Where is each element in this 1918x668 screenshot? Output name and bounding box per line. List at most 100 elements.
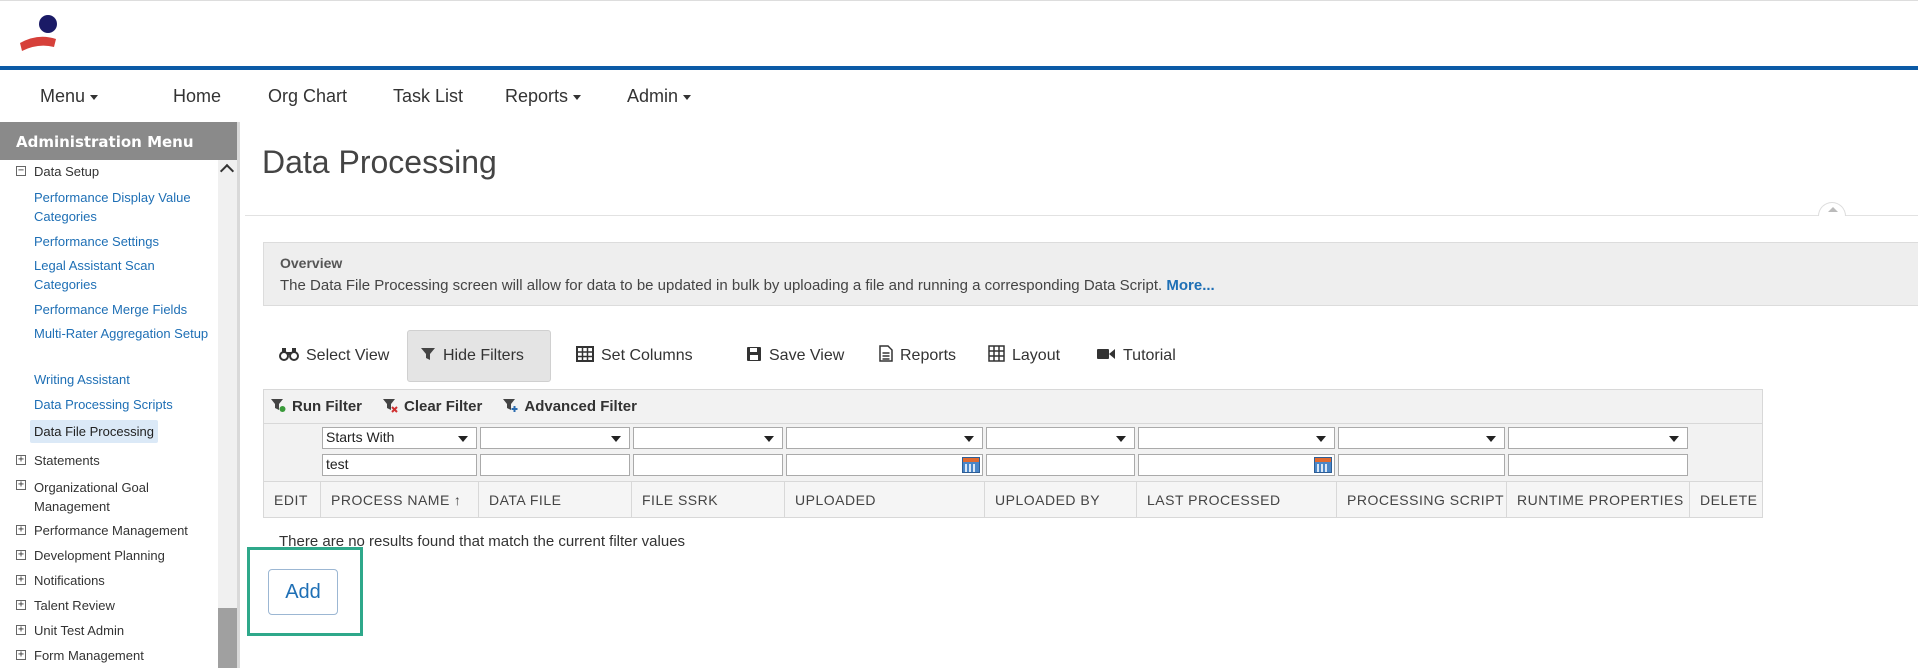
process-name-filter-input[interactable]: test xyxy=(322,454,477,476)
sidebar-item-performance-merge-fields[interactable]: Performance Merge Fields xyxy=(34,300,214,319)
calendar-icon[interactable] xyxy=(962,457,980,473)
advanced-filter-button[interactable]: Advanced Filter xyxy=(502,398,637,416)
save-view-button[interactable]: Save View xyxy=(734,330,856,382)
sidebar-item-data-file-processing[interactable]: Data File Processing xyxy=(30,420,158,443)
document-icon xyxy=(879,345,893,367)
column-header-data-file[interactable]: DATA FILE xyxy=(479,482,632,517)
collapse-icon[interactable]: − xyxy=(16,166,26,176)
chevron-down-icon xyxy=(573,94,582,100)
data-file-filter-input[interactable] xyxy=(480,454,630,476)
advanced-filter-icon xyxy=(502,398,518,416)
sidebar-title: Administration Menu xyxy=(0,122,237,160)
expand-icon[interactable]: + xyxy=(16,550,26,560)
runtime-properties-filter-input[interactable] xyxy=(1508,454,1688,476)
advanced-filter-label: Advanced Filter xyxy=(524,398,637,415)
tree-section-talent-review[interactable]: Talent Review xyxy=(34,598,115,613)
sidebar-item-legal-assistant-scan-categories[interactable]: Legal Assistant Scan Categories xyxy=(34,256,214,294)
tree-section-performance-management[interactable]: Performance Management xyxy=(34,523,188,538)
set-columns-button[interactable]: Set Columns xyxy=(564,330,705,382)
expand-icon[interactable]: + xyxy=(16,625,26,635)
nav-task-list[interactable]: Task List xyxy=(393,86,463,107)
expand-icon[interactable]: + xyxy=(16,575,26,585)
hide-filters-button[interactable]: Hide Filters xyxy=(407,330,551,382)
expand-icon[interactable]: + xyxy=(16,650,26,660)
runtime-properties-operator-select[interactable] xyxy=(1508,427,1688,449)
collapse-header-icon[interactable] xyxy=(1818,202,1846,216)
column-header-uploaded[interactable]: UPLOADED xyxy=(785,482,985,517)
expand-icon[interactable]: + xyxy=(16,525,26,535)
tree-section-development-planning[interactable]: Development Planning xyxy=(34,548,165,563)
tutorial-button[interactable]: Tutorial xyxy=(1084,330,1188,382)
uploaded-operator-select[interactable] xyxy=(786,427,983,449)
select-view-button[interactable]: Select View xyxy=(267,330,401,382)
tree-root-data-setup[interactable]: Data Setup xyxy=(34,164,99,179)
video-camera-icon xyxy=(1096,347,1116,366)
more-link[interactable]: More... xyxy=(1166,277,1214,294)
overview-text: The Data File Processing screen will all… xyxy=(280,277,1902,294)
scroll-up-icon[interactable] xyxy=(219,163,235,179)
add-button[interactable]: Add xyxy=(268,569,338,615)
reports-label: Reports xyxy=(900,347,957,364)
sidebar-item-multi-rater-aggregation-setup[interactable]: Multi-Rater Aggregation Setup xyxy=(34,324,214,343)
sidebar-tree: − Data Setup Performance Display Value C… xyxy=(0,160,218,668)
column-header-processing-script[interactable]: PROCESSING SCRIPT xyxy=(1337,482,1507,517)
filter-inputs: Starts With test xyxy=(263,424,1763,482)
clear-filter-button[interactable]: Clear Filter xyxy=(382,398,482,416)
uploaded-filter-input[interactable] xyxy=(786,454,983,476)
last-processed-operator-select[interactable] xyxy=(1138,427,1335,449)
column-header-runtime-properties[interactable]: RUNTIME PROPERTIES xyxy=(1507,482,1690,517)
clear-filter-label: Clear Filter xyxy=(404,398,483,415)
scrollbar-thumb[interactable] xyxy=(218,608,237,668)
nav-admin[interactable]: Admin xyxy=(627,86,692,107)
calendar-icon[interactable] xyxy=(1314,457,1332,473)
processing-script-filter-input[interactable] xyxy=(1338,454,1505,476)
sidebar-item-data-processing-scripts[interactable]: Data Processing Scripts xyxy=(34,395,214,414)
sidebar-item-writing-assistant[interactable]: Writing Assistant xyxy=(34,370,214,389)
tree-section-notifications[interactable]: Notifications xyxy=(34,573,105,588)
title-divider xyxy=(245,215,1918,216)
sidebar-item-performance-display-value-categories[interactable]: Performance Display Value Categories xyxy=(34,188,214,226)
file-ssrk-operator-select[interactable] xyxy=(633,427,783,449)
sidebar-scrollbar[interactable] xyxy=(218,160,237,668)
nav-menu[interactable]: Menu xyxy=(40,86,99,107)
column-header-edit[interactable]: EDIT xyxy=(264,482,321,517)
run-filter-icon xyxy=(270,398,286,416)
uploaded-by-filter-input[interactable] xyxy=(986,454,1135,476)
expand-icon[interactable]: + xyxy=(16,600,26,610)
file-ssrk-filter-input[interactable] xyxy=(633,454,783,476)
company-logo-icon[interactable] xyxy=(18,13,72,57)
layout-button[interactable]: Layout xyxy=(976,330,1072,382)
run-filter-button[interactable]: Run Filter xyxy=(270,398,362,416)
tree-section-form-management[interactable]: Form Management xyxy=(34,648,144,663)
reports-button[interactable]: Reports xyxy=(867,330,968,382)
uploaded-by-operator-select[interactable] xyxy=(986,427,1135,449)
nav-admin-label: Admin xyxy=(627,86,679,106)
expand-icon[interactable]: + xyxy=(16,455,26,465)
filter-icon xyxy=(420,346,436,367)
nav-org-chart[interactable]: Org Chart xyxy=(268,86,347,107)
processing-script-operator-select[interactable] xyxy=(1338,427,1505,449)
column-header-process-name-label: PROCESS NAME xyxy=(331,492,450,508)
hide-filters-label: Hide Filters xyxy=(443,347,524,364)
nav-menu-label: Menu xyxy=(40,86,86,106)
column-header-process-name[interactable]: PROCESS NAME ↑ xyxy=(321,482,479,517)
last-processed-filter-input[interactable] xyxy=(1138,454,1335,476)
column-header-delete[interactable]: DELETE xyxy=(1690,482,1764,517)
page-title: Data Processing xyxy=(262,144,497,180)
tree-section-organizational-goal-management[interactable]: Organizational Goal Management xyxy=(34,478,204,516)
overview-description: The Data File Processing screen will all… xyxy=(280,277,1163,294)
nav-reports[interactable]: Reports xyxy=(505,86,582,107)
sidebar-item-performance-settings[interactable]: Performance Settings xyxy=(34,232,214,251)
expand-icon[interactable]: + xyxy=(16,480,26,490)
column-header-uploaded-by[interactable]: UPLOADED BY xyxy=(985,482,1137,517)
process-name-operator-select[interactable]: Starts With xyxy=(322,427,477,449)
tree-section-unit-test-admin[interactable]: Unit Test Admin xyxy=(34,623,124,638)
run-filter-label: Run Filter xyxy=(292,398,362,415)
chevron-down-icon xyxy=(683,94,692,100)
nav-home[interactable]: Home xyxy=(173,86,221,107)
tree-section-statements[interactable]: Statements xyxy=(34,453,100,468)
column-header-last-processed[interactable]: LAST PROCESSED xyxy=(1137,482,1337,517)
clear-filter-icon xyxy=(382,398,398,416)
column-header-file-ssrk[interactable]: FILE SSRK xyxy=(632,482,785,517)
data-file-operator-select[interactable] xyxy=(480,427,630,449)
